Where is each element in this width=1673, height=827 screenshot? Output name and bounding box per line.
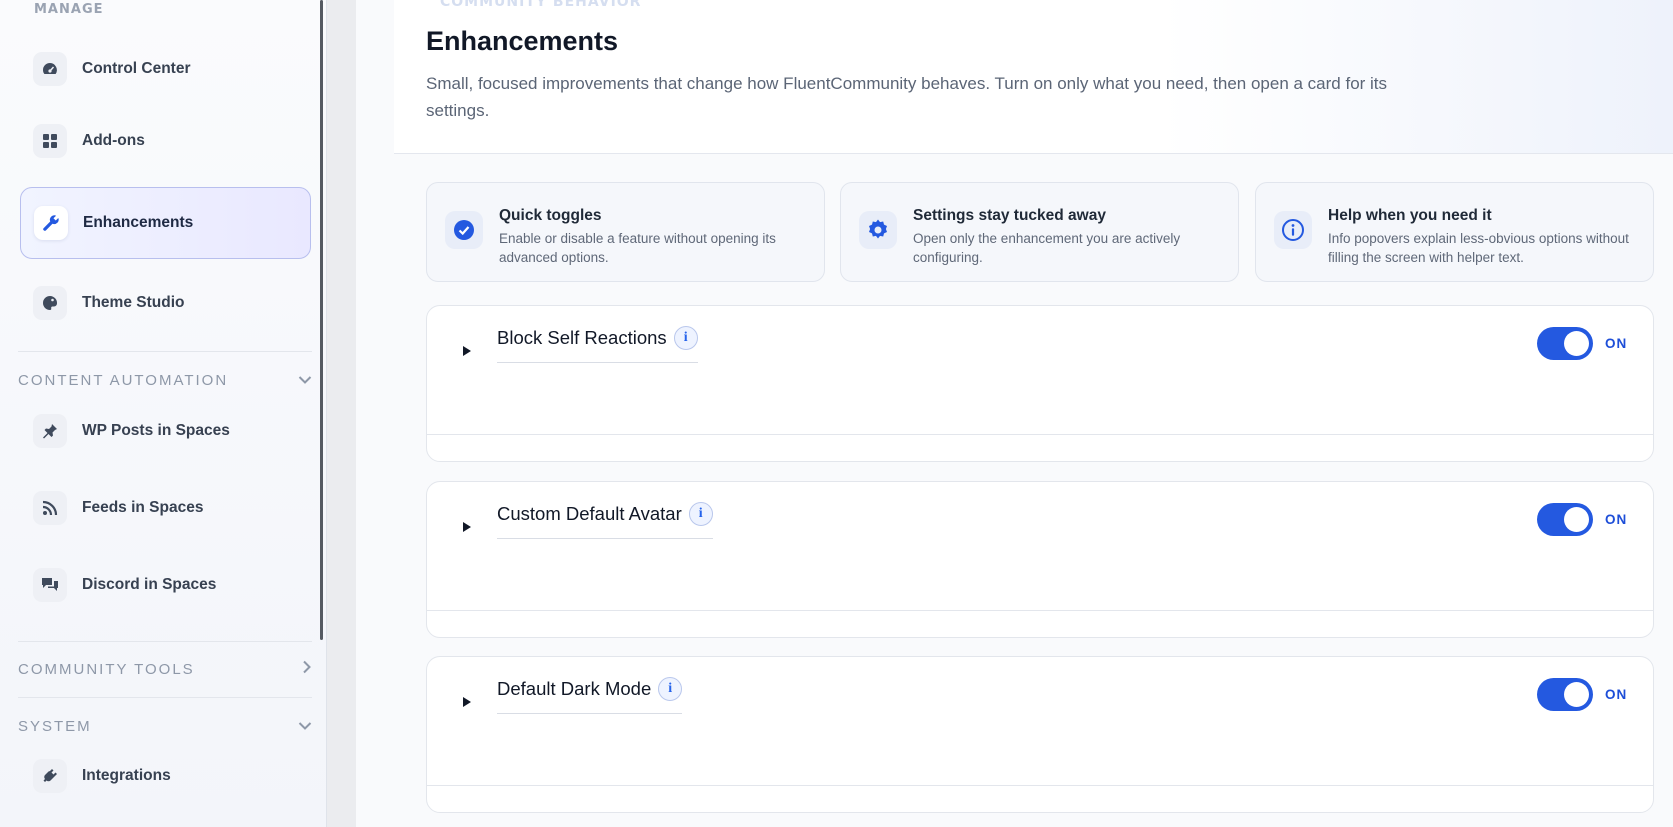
feature-card-quick-toggles: Quick toggles Enable or disable a featur… <box>426 182 825 282</box>
enable-toggle[interactable] <box>1537 327 1593 360</box>
palette-icon <box>33 286 67 320</box>
enhancement-header[interactable]: Block Self Reactions i <box>497 326 698 363</box>
sidebar-item-label: Add-ons <box>82 132 145 149</box>
toggle-status: ON <box>1605 687 1628 702</box>
group-heading: CONTENT AUTOMATION <box>18 371 229 389</box>
toggle-status: ON <box>1605 336 1628 351</box>
chevron-right-icon <box>302 660 312 678</box>
chat-icon <box>33 568 67 602</box>
gauge-icon <box>33 52 67 86</box>
sidebar: MANAGE Control Center Add-ons Enhancemen… <box>0 0 327 827</box>
sidebar-item-discord-in-spaces[interactable]: Discord in Spaces <box>20 549 311 621</box>
chevron-down-icon <box>298 372 312 389</box>
gear-icon <box>859 211 897 249</box>
group-heading: SYSTEM <box>18 717 92 735</box>
enhancement-title: Default Dark Mode <box>497 678 652 699</box>
chevron-down-icon <box>298 718 312 735</box>
enhancement-header[interactable]: Custom Default Avatar i <box>497 502 713 539</box>
group-heading: COMMUNITY TOOLS <box>18 660 195 678</box>
check-circle-icon <box>445 211 483 249</box>
toggle-control: ON <box>1537 503 1627 536</box>
sidebar-scrollbar[interactable] <box>320 0 323 640</box>
enhancement-title: Custom Default Avatar <box>497 503 682 524</box>
sidebar-item-label: Control Center <box>82 60 191 77</box>
toggle-status: ON <box>1605 512 1628 527</box>
enable-toggle[interactable] <box>1537 678 1593 711</box>
group-toggle-community-tools[interactable]: COMMUNITY TOOLS <box>18 657 312 681</box>
sidebar-item-label: Feeds in Spaces <box>82 499 204 516</box>
sidebar-item-theme-studio[interactable]: Theme Studio <box>20 267 311 339</box>
expand-caret-icon[interactable] <box>463 522 471 532</box>
feature-text: Info popovers explain less-obvious optio… <box>1328 231 1629 265</box>
feature-title: Settings stay tucked away <box>913 207 1106 224</box>
section-heading-manage: MANAGE <box>34 2 104 17</box>
group-toggle-content-automation[interactable]: CONTENT AUTOMATION <box>18 368 312 392</box>
grid-icon <box>33 124 67 158</box>
enhancement-card-block-self-reactions: Block Self Reactions i ON <box>426 305 1654 462</box>
info-icon <box>1274 211 1312 249</box>
divider <box>18 697 312 698</box>
sidebar-item-feeds-in-spaces[interactable]: Feeds in Spaces <box>20 472 311 544</box>
feature-title: Help when you need it <box>1328 207 1492 224</box>
sidebar-item-label: Integrations <box>82 767 171 784</box>
info-button[interactable]: i <box>688 502 713 526</box>
feature-card-help: Help when you need it Info popovers expl… <box>1255 182 1654 282</box>
enhancement-header[interactable]: Default Dark Mode i <box>497 677 683 714</box>
sidebar-item-enhancements[interactable]: Enhancements <box>20 187 311 259</box>
sidebar-item-add-ons[interactable]: Add-ons <box>20 105 311 177</box>
enhancement-card-custom-default-avatar: Custom Default Avatar i ON <box>426 481 1654 638</box>
sidebar-item-label: WP Posts in Spaces <box>82 422 230 439</box>
card-divider <box>427 785 1653 786</box>
sidebar-item-wp-posts-in-spaces[interactable]: WP Posts in Spaces <box>20 395 311 467</box>
feature-card-settings-tucked: Settings stay tucked away Open only the … <box>840 182 1239 282</box>
page-description: Small, focused improvements that change … <box>426 74 1388 120</box>
sidebar-item-label: Theme Studio <box>82 294 185 311</box>
info-button[interactable]: i <box>673 326 698 350</box>
sidebar-item-control-center[interactable]: Control Center <box>20 33 311 105</box>
rss-icon <box>33 491 67 525</box>
enable-toggle[interactable] <box>1537 503 1593 536</box>
info-button[interactable]: i <box>658 677 683 701</box>
sidebar-item-label: Enhancements <box>83 214 194 231</box>
divider <box>18 351 312 352</box>
page-eyebrow: COMMUNITY BEHAVIOR <box>440 0 642 10</box>
card-divider <box>427 610 1653 611</box>
enhancement-card-default-dark-mode: Default Dark Mode i ON <box>426 656 1654 813</box>
feature-title: Quick toggles <box>499 207 602 224</box>
pin-icon <box>33 414 67 448</box>
group-toggle-system[interactable]: SYSTEM <box>18 714 312 738</box>
enhancement-title: Block Self Reactions <box>497 327 667 348</box>
divider <box>18 641 312 642</box>
sidebar-item-integrations[interactable]: Integrations <box>20 740 311 812</box>
wrench-icon <box>34 206 68 240</box>
main-panel: COMMUNITY BEHAVIOR Enhancements Small, f… <box>356 0 1673 827</box>
page-header: COMMUNITY BEHAVIOR Enhancements Small, f… <box>394 0 1673 154</box>
feature-text: Open only the enhancement you are active… <box>913 231 1181 265</box>
page-title: Enhancements <box>426 26 619 56</box>
toggle-control: ON <box>1537 678 1627 711</box>
toggle-control: ON <box>1537 327 1627 360</box>
card-divider <box>427 434 1653 435</box>
feature-text: Enable or disable a feature without open… <box>499 231 776 265</box>
expand-caret-icon[interactable] <box>463 346 471 356</box>
sidebar-item-label: Discord in Spaces <box>82 576 217 593</box>
expand-caret-icon[interactable] <box>463 697 471 707</box>
plug-icon <box>33 759 67 793</box>
